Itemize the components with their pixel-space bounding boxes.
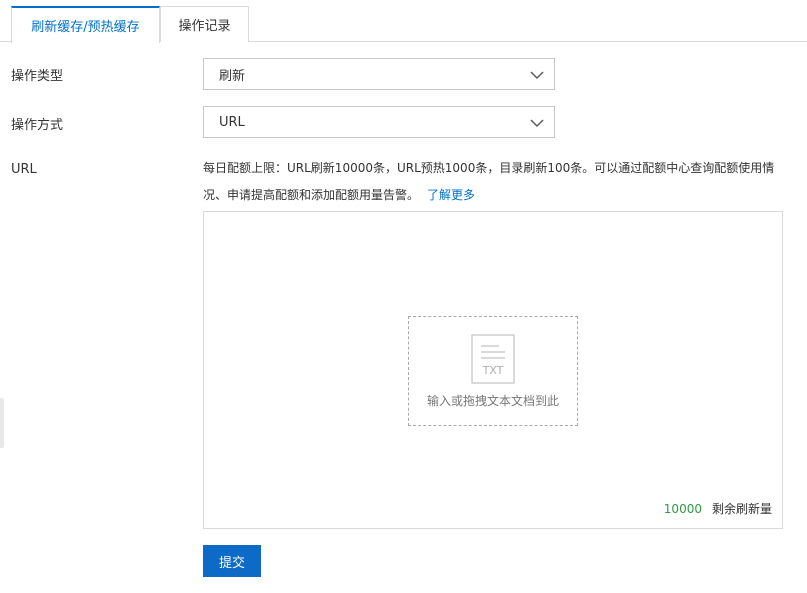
submit-button[interactable]: 提交: [203, 545, 261, 577]
op-method-value: URL: [219, 114, 245, 130]
op-type-label: 操作类型: [11, 69, 64, 84]
chevron-down-icon: [530, 71, 544, 79]
op-method-select[interactable]: URL: [203, 106, 555, 138]
drop-zone-text: 输入或拖拽文本文档到此: [426, 394, 559, 408]
tab-operation-records[interactable]: 操作记录: [160, 6, 249, 42]
op-type-value: 刷新: [219, 68, 246, 84]
quota-hint: 每日配额上限：URL刷新10000条，URL预热1000条，目录刷新100条。可…: [203, 155, 793, 209]
remaining-count: 10000: [663, 502, 702, 516]
tab-bar: 刷新缓存/预热缓存 操作记录: [0, 0, 807, 43]
txt-icon-label: TXT: [482, 364, 504, 377]
side-panel-handle[interactable]: [0, 398, 4, 448]
file-drop-zone[interactable]: TXT 输入或拖拽文本文档到此: [408, 316, 578, 426]
chevron-down-icon: [530, 119, 544, 127]
remaining-label: 剩余刷新量: [711, 502, 772, 516]
remaining-counter: 10000 剩余刷新量: [664, 500, 772, 517]
tab-refresh-prefetch[interactable]: 刷新缓存/预热缓存: [11, 6, 160, 43]
op-type-select[interactable]: 刷新: [203, 58, 555, 90]
url-textarea[interactable]: TXT 输入或拖拽文本文档到此 10000 剩余刷新量: [203, 211, 783, 529]
quota-hint-text: 每日配额上限：URL刷新10000条，URL预热1000条，目录刷新100条。可…: [203, 161, 775, 202]
url-label: URL: [11, 162, 37, 177]
learn-more-link[interactable]: 了解更多: [427, 188, 475, 202]
txt-file-icon: TXT: [471, 334, 515, 384]
op-method-label: 操作方式: [11, 118, 64, 133]
